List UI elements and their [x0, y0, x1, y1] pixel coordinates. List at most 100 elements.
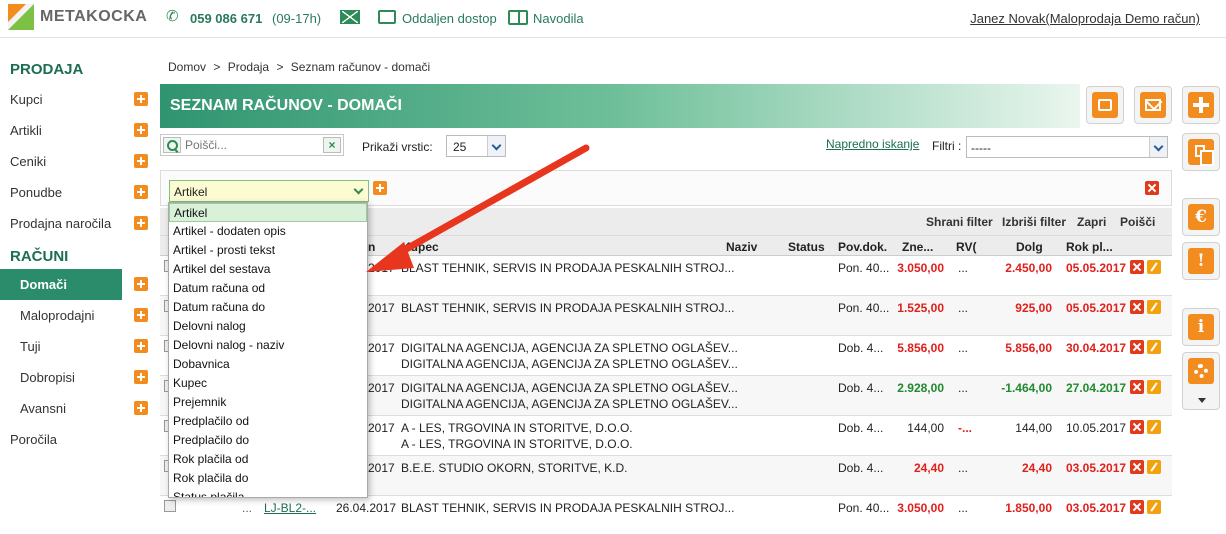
dropdown-option[interactable]: Datum računa od	[169, 279, 367, 298]
edit-icon[interactable]	[1147, 340, 1161, 354]
edit-icon[interactable]	[1147, 420, 1161, 434]
info-button[interactable]: i	[1182, 308, 1220, 346]
add-artikli-plus-icon[interactable]	[134, 123, 148, 137]
delete-filter-button[interactable]: Izbriši filter	[1002, 215, 1066, 229]
dropdown-option[interactable]: Datum računa do	[169, 298, 367, 317]
delete-icon[interactable]	[1130, 500, 1144, 514]
search-icon[interactable]	[163, 137, 181, 153]
add-domaci-plus-icon[interactable]	[134, 277, 148, 291]
rows-label: Prikaži vrstic:	[362, 140, 433, 154]
amount: 24,40	[913, 461, 944, 475]
close-filter-icon[interactable]	[1145, 181, 1159, 195]
column-povdok[interactable]: Pov.dok.	[838, 240, 887, 254]
edit-icon[interactable]	[1147, 380, 1161, 394]
monitor-icon[interactable]	[378, 10, 396, 24]
filter-field-select[interactable]: Artikel	[169, 180, 369, 202]
logo-icon[interactable]	[8, 4, 34, 30]
add-kupci-plus-icon[interactable]	[134, 92, 148, 106]
delete-icon[interactable]	[1130, 460, 1144, 474]
dropdown-option[interactable]: Delovni nalog	[169, 317, 367, 336]
dropdown-option[interactable]: Artikel - prosti tekst	[169, 241, 367, 260]
row-checkbox[interactable]	[164, 500, 176, 512]
delete-icon[interactable]	[1130, 260, 1144, 274]
edit-icon[interactable]	[1147, 300, 1161, 314]
add-filter-plus-icon[interactable]	[373, 181, 387, 195]
remote-access-link[interactable]: Oddaljen dostop	[402, 11, 497, 26]
column-status[interactable]: Status	[788, 240, 825, 254]
sidebar-item-avansni[interactable]: Avansni	[0, 393, 122, 424]
filters-select[interactable]: -----	[966, 136, 1168, 158]
sidebar-item-porocila[interactable]: Poročila	[0, 424, 122, 455]
advanced-search-link[interactable]: Napredno iskanje	[826, 137, 919, 151]
column-date[interactable]: n	[368, 240, 375, 254]
table-row[interactable]: ... LJ-BL2-... 26.04.2017 BLAST TEHNIK, SER…	[160, 496, 1172, 534]
chevron-down-icon[interactable]	[1198, 398, 1206, 403]
mail-icon[interactable]	[340, 10, 360, 24]
breadcrumb-separator: >	[276, 60, 284, 74]
edit-icon[interactable]	[1147, 260, 1161, 274]
column-dolg[interactable]: Dolg	[1016, 240, 1043, 254]
close-button[interactable]: Zapri	[1077, 215, 1106, 229]
dropdown-option[interactable]: Artikel del sestava	[169, 260, 367, 279]
column-kupec[interactable]: Kupec	[402, 240, 439, 254]
column-rvc[interactable]: RV(	[956, 240, 976, 254]
linked-document: Pon. 40...	[838, 501, 890, 515]
dropdown-option[interactable]: Kupec	[169, 374, 367, 393]
edit-icon[interactable]	[1147, 460, 1161, 474]
edit-icon[interactable]	[1147, 500, 1161, 514]
sidebar-item-ceniki[interactable]: Ceniki	[0, 146, 122, 177]
delete-icon[interactable]	[1130, 300, 1144, 314]
search-button[interactable]: Poišči	[1120, 215, 1155, 229]
email-button[interactable]	[1134, 86, 1172, 124]
add-avansni-plus-icon[interactable]	[134, 401, 148, 415]
dropdown-option[interactable]: Rok plačila do	[169, 469, 367, 488]
copy-button[interactable]	[1182, 133, 1220, 171]
dropdown-option[interactable]: Prejemnik	[169, 393, 367, 412]
save-filter-button[interactable]: Shrani filter	[926, 215, 993, 229]
print-button[interactable]	[1086, 86, 1124, 124]
add-narocila-plus-icon[interactable]	[134, 216, 148, 230]
payment-button[interactable]: €	[1182, 198, 1220, 236]
dropdown-option[interactable]: Status plačila	[169, 488, 367, 497]
dropdown-option[interactable]: Delovni nalog - naziv	[169, 336, 367, 355]
sidebar-item-ponudbe[interactable]: Ponudbe	[0, 177, 122, 208]
add-tuji-plus-icon[interactable]	[134, 339, 148, 353]
delete-icon[interactable]	[1130, 340, 1144, 354]
customer-name: DIGITALNA AGENCIJA, AGENCIJA ZA SPLETNO …	[401, 341, 738, 355]
sidebar-item-kupci[interactable]: Kupci	[0, 84, 122, 115]
column-znesek[interactable]: Zne...	[902, 240, 933, 254]
sidebar-item-domaci[interactable]: Domači	[0, 269, 122, 300]
sidebar-item-prodajna-narocila[interactable]: Prodajna naročila	[0, 208, 122, 239]
add-invoice-button[interactable]	[1182, 86, 1220, 124]
dropdown-option[interactable]: Artikel	[169, 203, 367, 222]
dropdown-option[interactable]: Artikel - dodaten opis	[169, 222, 367, 241]
add-ceniki-plus-icon[interactable]	[134, 154, 148, 168]
search-input[interactable]	[185, 137, 315, 153]
dropdown-option[interactable]: Rok plačila od	[169, 450, 367, 469]
column-naziv[interactable]: Naziv	[726, 240, 757, 254]
due-date: 03.05.2017	[1066, 461, 1127, 475]
invoice-number-link[interactable]: LJ-BL2-...	[264, 501, 316, 515]
clear-search-button[interactable]: ×	[323, 137, 341, 153]
logo-text[interactable]: METAKOCKA	[40, 8, 147, 26]
rows-per-page-select[interactable]: 25	[446, 135, 506, 157]
warning-button[interactable]: !	[1182, 242, 1220, 280]
dropdown-option[interactable]: Dobavnica	[169, 355, 367, 374]
manual-link[interactable]: Navodila	[533, 11, 584, 26]
user-menu-link[interactable]: Janez Novak(Maloprodaja Demo račun)	[970, 11, 1200, 26]
sidebar-item-maloprodajni[interactable]: Maloprodajni	[0, 300, 122, 331]
column-rok[interactable]: Rok pl...	[1066, 240, 1113, 254]
breadcrumb-home[interactable]: Domov	[168, 60, 206, 74]
dropdown-option[interactable]: Predplačilo do	[169, 431, 367, 450]
breadcrumb-section[interactable]: Prodaja	[228, 60, 269, 74]
add-maloprodajni-plus-icon[interactable]	[134, 308, 148, 322]
add-dobropisi-plus-icon[interactable]	[134, 370, 148, 384]
delete-icon[interactable]	[1130, 380, 1144, 394]
delete-icon[interactable]	[1130, 420, 1144, 434]
sidebar-item-dobropisi[interactable]: Dobropisi	[0, 362, 122, 393]
book-icon[interactable]	[508, 10, 528, 25]
dropdown-option[interactable]: Predplačilo od	[169, 412, 367, 431]
sidebar-item-tuji[interactable]: Tuji	[0, 331, 122, 362]
add-ponudbe-plus-icon[interactable]	[134, 185, 148, 199]
sidebar-item-artikli[interactable]: Artikli	[0, 115, 122, 146]
